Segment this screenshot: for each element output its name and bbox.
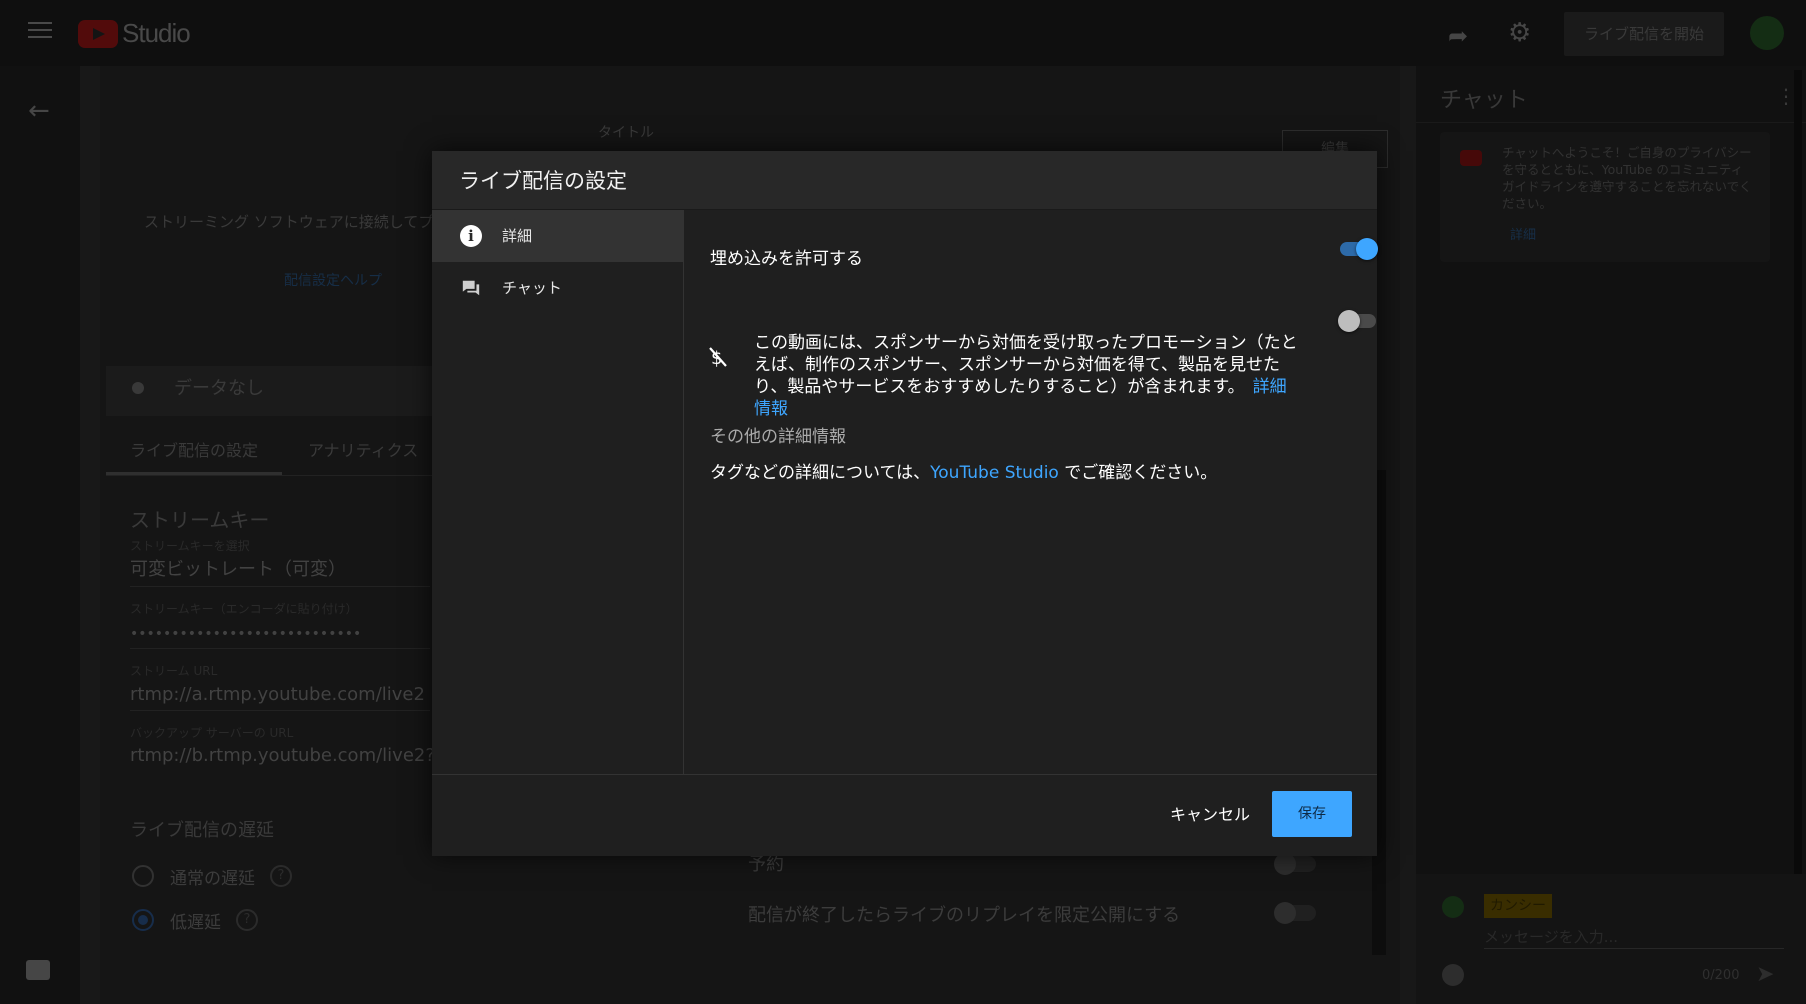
embed-allow-label: 埋め込みを許可する <box>710 249 863 269</box>
toggle-knob <box>1338 310 1360 332</box>
dialog-nav: i 詳細 チャット <box>432 210 684 774</box>
embed-allow-toggle[interactable] <box>1340 238 1378 260</box>
nav-item-label: 詳細 <box>502 227 533 245</box>
no-dollar-icon: $ <box>709 347 727 369</box>
other-details-heading: その他の詳細情報 <box>710 427 846 447</box>
nav-item-details[interactable]: i 詳細 <box>432 210 683 262</box>
cancel-button[interactable]: キャンセル <box>1170 797 1250 833</box>
other-details-text: タグなどの詳細については、YouTube Studio でご確認ください。 <box>710 458 1217 483</box>
nav-item-label: チャット <box>502 279 562 297</box>
youtube-studio-link[interactable]: YouTube Studio <box>930 463 1059 483</box>
paid-promotion-toggle[interactable] <box>1338 310 1376 332</box>
dialog-header: ライブ配信の設定 <box>432 151 1377 210</box>
nav-item-chat[interactable]: チャット <box>432 262 683 314</box>
info-icon: i <box>460 225 482 247</box>
dialog-footer: キャンセル 保存 <box>432 774 1377 856</box>
other-details-prefix: タグなどの詳細については、 <box>710 463 931 483</box>
save-button[interactable]: 保存 <box>1272 791 1352 837</box>
dialog-title: ライブ配信の設定 <box>459 169 627 193</box>
paid-promotion-text: この動画には、スポンサーから対価を受け取ったプロモーション（たとえば、制作のスポ… <box>754 332 1299 420</box>
dialog-content: 埋め込みを許可する $ この動画には、スポンサーから対価を受け取ったプロモーショ… <box>684 210 1378 774</box>
stream-settings-dialog: ライブ配信の設定 i 詳細 チャット 埋め込みを許可する $ この動画には、スポ… <box>432 151 1378 856</box>
chat-bubble-icon <box>462 280 480 296</box>
paid-promotion-body: この動画には、スポンサーから対価を受け取ったプロモーション（たとえば、制作のスポ… <box>754 333 1298 397</box>
other-details-suffix: でご確認ください。 <box>1058 463 1218 483</box>
toggle-knob <box>1356 238 1378 260</box>
